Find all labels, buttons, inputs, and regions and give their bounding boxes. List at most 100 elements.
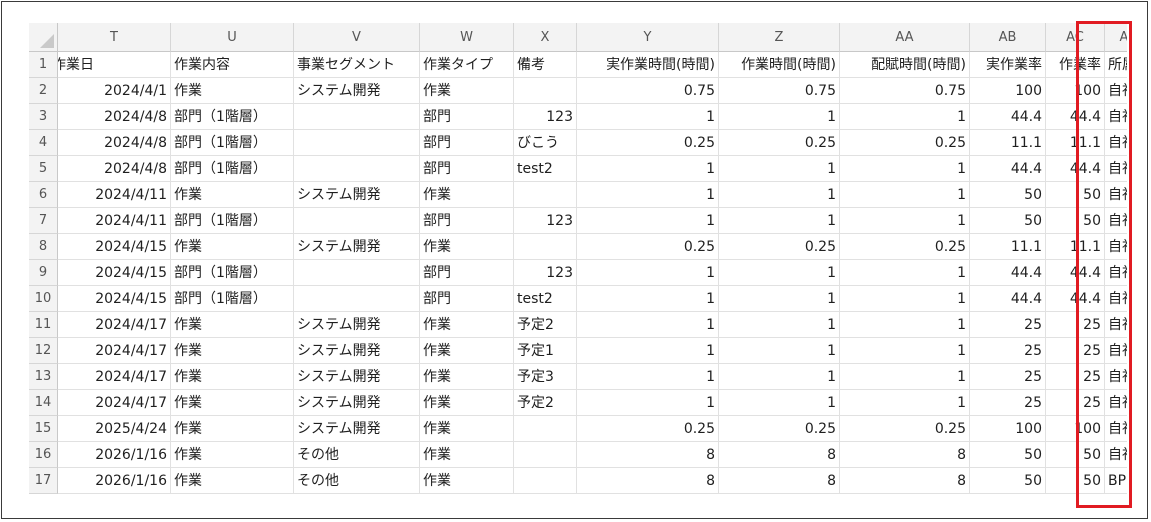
row-header[interactable]: 3 — [29, 104, 58, 130]
data-cell[interactable]: 作業 — [171, 364, 294, 390]
data-cell[interactable]: 1 — [719, 260, 840, 286]
row-header[interactable]: 10 — [29, 286, 58, 312]
data-cell[interactable]: 25 — [970, 364, 1046, 390]
row-header[interactable]: 12 — [29, 338, 58, 364]
data-cell[interactable]: 2024/4/15 — [58, 234, 171, 260]
data-cell[interactable] — [514, 78, 577, 104]
data-cell[interactable]: 25 — [970, 390, 1046, 416]
data-cell[interactable]: 25 — [970, 338, 1046, 364]
data-cell[interactable]: 1 — [840, 104, 970, 130]
data-cell[interactable] — [294, 130, 420, 156]
data-cell[interactable]: 100 — [970, 78, 1046, 104]
header-cell[interactable]: 作業内容 — [171, 52, 294, 78]
data-cell[interactable]: 44.4 — [1046, 286, 1105, 312]
header-cell[interactable]: 作業タイプ — [420, 52, 514, 78]
data-cell[interactable]: 25 — [970, 312, 1046, 338]
data-cell[interactable]: 0.75 — [577, 78, 719, 104]
data-cell[interactable]: 自社 — [1105, 442, 1127, 468]
data-cell[interactable]: 作業 — [171, 338, 294, 364]
data-cell[interactable]: 1 — [840, 390, 970, 416]
data-cell[interactable]: 作業 — [420, 234, 514, 260]
data-cell[interactable]: 1 — [719, 364, 840, 390]
data-cell[interactable]: 8 — [719, 468, 840, 494]
row-header[interactable]: 9 — [29, 260, 58, 286]
data-cell[interactable] — [514, 234, 577, 260]
data-cell[interactable]: 50 — [970, 468, 1046, 494]
data-cell[interactable]: 0.75 — [719, 78, 840, 104]
data-cell[interactable]: 作業 — [171, 182, 294, 208]
data-cell[interactable]: 2024/4/11 — [58, 208, 171, 234]
data-cell[interactable]: 作業 — [171, 442, 294, 468]
data-cell[interactable] — [294, 156, 420, 182]
row-header[interactable]: 1 — [29, 52, 58, 78]
data-cell[interactable]: 1 — [840, 260, 970, 286]
data-cell[interactable]: 0.25 — [719, 130, 840, 156]
data-cell[interactable]: システム開発 — [294, 312, 420, 338]
data-cell[interactable]: 0.25 — [577, 416, 719, 442]
data-cell[interactable]: 2024/4/17 — [58, 364, 171, 390]
data-cell[interactable]: システム開発 — [294, 364, 420, 390]
data-cell[interactable]: 50 — [970, 208, 1046, 234]
row-header[interactable]: 2 — [29, 78, 58, 104]
data-cell[interactable]: 作業 — [171, 390, 294, 416]
data-cell[interactable]: 2024/4/15 — [58, 286, 171, 312]
data-cell[interactable]: 2024/4/1 — [58, 78, 171, 104]
row-header[interactable]: 5 — [29, 156, 58, 182]
data-cell[interactable]: 11.1 — [1046, 234, 1105, 260]
data-cell[interactable]: 123 — [514, 104, 577, 130]
data-cell[interactable]: 部門（1階層） — [171, 208, 294, 234]
data-cell[interactable]: 作業 — [171, 468, 294, 494]
data-cell[interactable]: 予定3 — [514, 364, 577, 390]
data-cell[interactable]: 予定2 — [514, 390, 577, 416]
data-cell[interactable]: 2026/1/16 — [58, 442, 171, 468]
column-header-z[interactable]: Z — [719, 23, 840, 52]
column-header-w[interactable]: W — [420, 23, 514, 52]
data-cell[interactable]: システム開発 — [294, 416, 420, 442]
data-cell[interactable]: 1 — [719, 338, 840, 364]
data-cell[interactable]: 8 — [840, 468, 970, 494]
data-cell[interactable]: 50 — [1046, 208, 1105, 234]
data-cell[interactable]: 1 — [577, 156, 719, 182]
data-cell[interactable]: 25 — [1046, 338, 1105, 364]
data-cell[interactable] — [514, 182, 577, 208]
data-cell[interactable]: 50 — [970, 182, 1046, 208]
data-cell[interactable]: 自社 — [1105, 208, 1127, 234]
header-cell[interactable]: 所属 — [1105, 52, 1127, 78]
data-cell[interactable]: 50 — [1046, 442, 1105, 468]
data-cell[interactable]: 自社 — [1105, 286, 1127, 312]
data-cell[interactable]: 8 — [577, 442, 719, 468]
data-cell[interactable]: 25 — [1046, 390, 1105, 416]
header-cell[interactable]: 実作業率 — [970, 52, 1046, 78]
data-cell[interactable]: 作業 — [420, 338, 514, 364]
data-cell[interactable]: 44.4 — [970, 260, 1046, 286]
data-cell[interactable]: システム開発 — [294, 182, 420, 208]
column-header-ac[interactable]: AC — [1046, 23, 1105, 52]
row-header[interactable]: 7 — [29, 208, 58, 234]
data-cell[interactable]: 44.4 — [1046, 260, 1105, 286]
data-cell[interactable]: 2024/4/8 — [58, 104, 171, 130]
data-cell[interactable]: システム開発 — [294, 338, 420, 364]
data-cell[interactable]: 11.1 — [1046, 130, 1105, 156]
data-cell[interactable]: 0.25 — [719, 234, 840, 260]
data-cell[interactable]: 部門（1階層） — [171, 260, 294, 286]
data-cell[interactable]: 作業 — [420, 78, 514, 104]
data-cell[interactable]: 2024/4/8 — [58, 156, 171, 182]
data-cell[interactable]: 0.25 — [719, 416, 840, 442]
data-cell[interactable]: 自社 — [1105, 390, 1127, 416]
data-cell[interactable]: 1 — [577, 208, 719, 234]
data-cell[interactable]: 1 — [577, 104, 719, 130]
data-cell[interactable] — [294, 104, 420, 130]
data-cell[interactable]: 1 — [577, 364, 719, 390]
data-cell[interactable]: BP — [1105, 468, 1127, 494]
data-cell[interactable]: 0.25 — [577, 130, 719, 156]
data-cell[interactable]: 作業 — [420, 182, 514, 208]
header-cell[interactable]: 作業時間(時間) — [719, 52, 840, 78]
data-cell[interactable] — [294, 260, 420, 286]
data-cell[interactable]: システム開発 — [294, 234, 420, 260]
data-cell[interactable]: 44.4 — [970, 104, 1046, 130]
data-cell[interactable]: 2024/4/17 — [58, 312, 171, 338]
data-cell[interactable]: 25 — [1046, 312, 1105, 338]
column-header-aa[interactable]: AA — [840, 23, 970, 52]
data-cell[interactable]: 作業 — [171, 78, 294, 104]
data-cell[interactable]: 8 — [577, 468, 719, 494]
